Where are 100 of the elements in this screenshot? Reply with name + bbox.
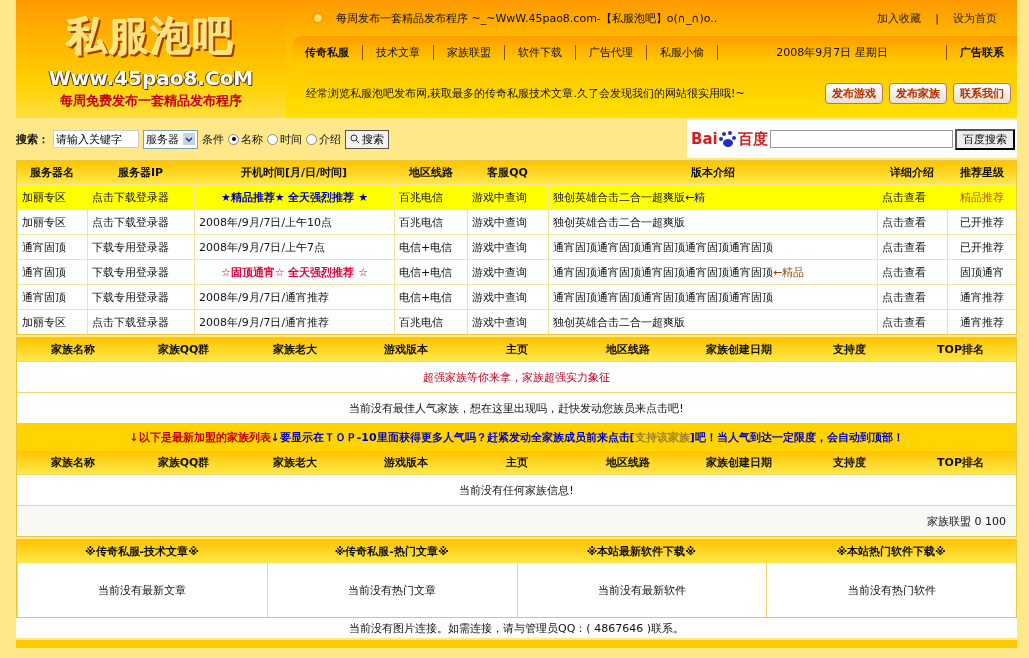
column-header: 家族QQ群	[128, 451, 239, 474]
table-cell: 通宵固顶	[17, 234, 87, 259]
section-header: ※本站最新软件下载※	[516, 540, 767, 563]
table-cell: 点击查看	[877, 259, 947, 284]
column-header: 家族QQ群	[128, 338, 239, 361]
table-cell: 2008年/9月/7日/上午7点	[194, 234, 394, 259]
table-cell: 点击下载登录器	[87, 309, 194, 334]
table-cell: 独创英雄合击二合一超爽版	[548, 309, 877, 334]
column-header: 游戏版本	[350, 451, 461, 474]
empty-message: 当前没有热门文章	[266, 563, 517, 617]
logo-slogan: 每周免费发布一套精品发布程序	[60, 91, 242, 110]
column-header: 地区线路	[394, 161, 467, 184]
table-cell: 游戏中查询	[467, 184, 548, 209]
table-cell: 通宵固顶通宵固顶通宵固顶通宵固顶通宵固顶	[548, 284, 877, 309]
column-header: 版本介绍	[548, 161, 877, 184]
table-cell: 点击下载登录器	[87, 209, 194, 234]
search-button[interactable]: 搜索	[345, 129, 389, 149]
column-header: 家族名称	[17, 451, 128, 474]
featured-text: ☆固顶通宵☆ 全天强烈推荐 ☆	[220, 264, 369, 280]
search-field[interactable]: 请输入关键字	[53, 130, 139, 148]
column-header: 游戏版本	[350, 338, 461, 361]
table-cell: 点击查看	[877, 234, 947, 259]
column-header: 家族创建日期	[683, 338, 794, 361]
column-header: TOP排名	[905, 451, 1016, 474]
baidu-search-button[interactable]: 百度搜索	[954, 128, 1015, 150]
table-cell: 点击查看	[877, 184, 947, 209]
footer-text: 当前没有图片连接。如需连接，请与管理员QQ：( 4867646 )联系。	[16, 618, 1017, 638]
column-header: 主页	[461, 338, 572, 361]
top-link[interactable]: 设为首页	[953, 10, 997, 26]
column-header: 支持度	[794, 338, 905, 361]
empty-message: 当前没有最新软件	[516, 563, 767, 617]
radio-label: 介绍	[319, 131, 341, 147]
table-cell: 电信+电信	[394, 259, 467, 284]
column-header: TOP排名	[905, 338, 1016, 361]
table-cell: 加丽专区	[17, 209, 87, 234]
column-header: 服务器IP	[87, 161, 194, 184]
baidu-logo: Bai 百度	[691, 129, 768, 149]
search-label: 搜索：	[16, 131, 49, 147]
action-button[interactable]: 发布家族	[889, 82, 947, 104]
logo-title: 私服泡吧	[67, 11, 235, 61]
section-header: ※传奇私服-技术文章※	[17, 540, 267, 563]
table-cell: 2008年/9月/7日/上午10点	[194, 209, 394, 234]
table-cell: 已开推荐	[947, 209, 1016, 234]
section-header: ※本站热门软件下载※	[766, 540, 1016, 563]
column-header: 家族名称	[17, 338, 128, 361]
marquee-text: 每周发布一套精品发布程序 ~_~WwW.45pao8.com-【私服泡吧】o(∩_∩)o..	[336, 10, 719, 26]
table-cell: 点击查看	[877, 209, 947, 234]
date-text: 2008年9月7日 星期日	[718, 44, 947, 60]
column-header: 地区线路	[572, 338, 683, 361]
table-cell: 通宵固顶	[17, 259, 87, 284]
column-header: 服务器名	[17, 161, 87, 184]
table-cell: 百兆电信	[394, 309, 467, 334]
nav-link[interactable]: 传奇私服	[292, 44, 363, 60]
table-cell: 通宵固顶	[17, 284, 87, 309]
logo-url: Www.45pao8.CoM	[48, 65, 254, 90]
site-logo[interactable]: 私服泡吧 Www.45pao8.CoM 每周免费发布一套精品发布程序	[16, 0, 286, 118]
column-header: 推荐星级	[947, 161, 1016, 184]
nav-link[interactable]: 技术文章	[363, 44, 434, 60]
radio-button[interactable]	[267, 133, 278, 145]
table-cell: 固顶通宵	[947, 259, 1016, 284]
nav-link[interactable]: 私服小偷	[647, 44, 718, 60]
table-cell: 游戏中查询	[467, 234, 548, 259]
search-icon	[350, 134, 360, 144]
nav-link[interactable]: 家族联盟	[434, 44, 505, 60]
table-cell: 下载专用登录器	[87, 259, 194, 284]
action-button[interactable]: 发布游戏	[825, 82, 883, 104]
table-cell: 游戏中查询	[467, 309, 548, 334]
pager-text: 家族联盟 0 100	[17, 505, 1016, 536]
column-header: 支持度	[794, 451, 905, 474]
nav-link[interactable]: 广告代理	[576, 44, 647, 60]
bullet-icon	[314, 14, 322, 22]
column-header: 地区线路	[572, 451, 683, 474]
nav-link[interactable]: 软件下载	[505, 44, 576, 60]
tagline: 经常浏览私服泡吧发布网,获取最多的传奇私服技术文章.久了会发现我们的网站很实用哦!~	[306, 85, 746, 101]
table-cell: 通宵固顶通宵固顶通宵固顶通宵固顶通宵固顶←精品	[548, 259, 877, 284]
section-header: ※传奇私服-热门文章※	[266, 540, 517, 563]
table-cell: 点击查看	[877, 284, 947, 309]
table-cell: 游戏中查询	[467, 209, 548, 234]
table-cell: 电信+电信	[394, 284, 467, 309]
top-link[interactable]: 加入收藏	[877, 10, 922, 26]
radio-button[interactable]	[228, 133, 239, 145]
table-cell: 2008年/9月/7日/通宵推荐	[194, 309, 394, 334]
table-cell: 加丽专区	[17, 184, 87, 209]
table-cell: 点击下载登录器	[87, 184, 194, 209]
featured-text: ★精品推荐★ 全天强烈推荐 ★	[220, 189, 369, 205]
table-cell: 独创英雄合击二合一超爽版←精	[548, 184, 877, 209]
baidu-search-field[interactable]	[769, 130, 953, 148]
column-header: 家族老大	[239, 451, 350, 474]
column-header: 家族老大	[239, 338, 350, 361]
table-cell: 精品推荐	[947, 184, 1016, 209]
table-cell: 百兆电信	[394, 184, 467, 209]
action-button[interactable]: 联系我们	[953, 82, 1011, 104]
table-cell: 百兆电信	[394, 209, 467, 234]
category-select[interactable]: 服务器	[143, 129, 198, 149]
table-cell: 游戏中查询	[467, 259, 548, 284]
nav-link[interactable]: 广告联系	[947, 44, 1017, 60]
radio-button[interactable]	[306, 133, 317, 145]
table-cell: 下载专用登录器	[87, 234, 194, 259]
radio-label: 时间	[280, 131, 302, 147]
notice-text: ↓以下是最新加盟的家族列表↓要显示在ＴＯＰ-10里面获得更多人气吗？赶紧发动全家族成员前来点击[支持该家族]吧！当人气到达一定限度，会自动到顶部！	[17, 423, 1016, 451]
